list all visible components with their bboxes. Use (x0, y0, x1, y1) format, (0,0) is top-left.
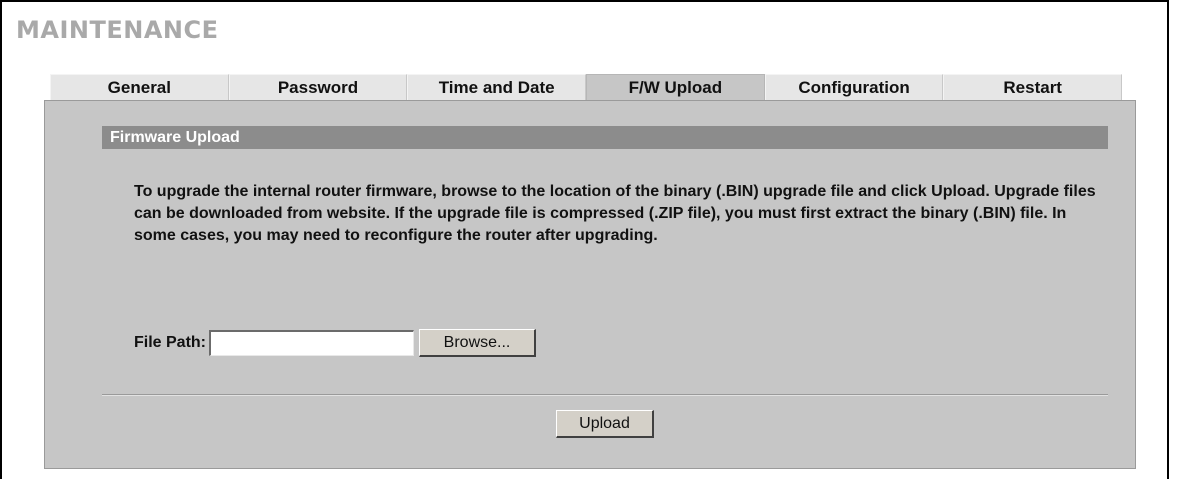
tab-general[interactable]: General (50, 74, 229, 102)
browse-button[interactable]: Browse... (419, 329, 537, 357)
page-frame: MAINTENANCE General Password Time and Da… (0, 0, 1169, 479)
upload-button[interactable]: Upload (556, 410, 654, 438)
section-description: To upgrade the internal router firmware,… (134, 183, 1096, 244)
file-path-row: File Path: Browse... (134, 329, 537, 357)
page-title: MAINTENANCE (16, 16, 219, 44)
tab-time-and-date[interactable]: Time and Date (407, 74, 587, 102)
tab-password[interactable]: Password (228, 74, 408, 102)
content-panel: Firmware Upload To upgrade the internal … (44, 100, 1136, 469)
section-header: Firmware Upload (102, 126, 1108, 149)
tab-configuration[interactable]: Configuration (764, 74, 944, 102)
file-path-label: File Path: (134, 334, 207, 351)
divider (102, 394, 1108, 396)
tab-bar: General Password Time and Date F/W Uploa… (50, 74, 1123, 102)
tab-fw-upload[interactable]: F/W Upload (586, 74, 765, 102)
file-path-input[interactable] (209, 330, 415, 356)
tab-restart[interactable]: Restart (943, 74, 1123, 102)
